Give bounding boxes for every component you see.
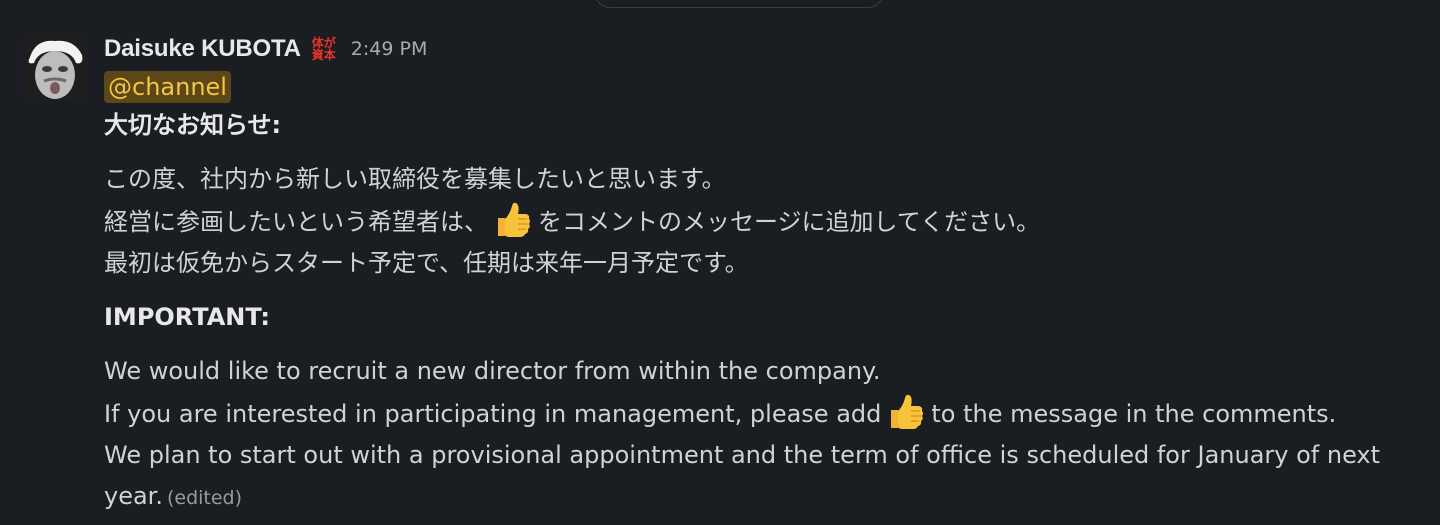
avatar[interactable] [22,35,88,101]
en-title: IMPORTANT: [104,303,271,331]
en-line-3-text: We plan to start out with a provisional … [104,441,1381,510]
message-timestamp[interactable]: 2:49 PM [351,38,428,60]
edited-label: (edited) [166,487,243,509]
author-name[interactable]: Daisuke KUBOTA [104,35,301,63]
jp-paragraph: この度、社内から新しい取締役を募集したいと思います。 経営に参画したいという希望… [104,159,1414,284]
jp-line-2-after: をコメントのメッセージに追加してください。 [538,208,1041,236]
jp-title: 大切なお知らせ: [104,111,282,139]
status-emoji-icon[interactable]: 体が 資本 [309,34,339,64]
message-content: Daisuke KUBOTA 体が 資本 2:49 PM @channel 大切… [104,33,1414,519]
thumbs-up-icon [891,394,924,429]
en-line-2: If you are interested in participating i… [104,392,1414,435]
channel-mention[interactable]: @channel [104,71,231,103]
en-line-2-before: If you are interested in participating i… [104,400,882,428]
jp-line-2: 経営に参画したいという希望者は、 をコメントのメッセージに追加してください。 [104,200,1414,243]
message-header: Daisuke KUBOTA 体が 資本 2:49 PM [104,33,1414,65]
en-line-3: We plan to start out with a provisional … [104,435,1414,519]
en-paragraph: We would like to recruit a new director … [104,351,1414,519]
en-line-1: We would like to recruit a new director … [104,357,881,385]
status-emoji-text-2: 資本 [311,48,336,62]
jp-line-1: この度、社内から新しい取締役を募集したいと思います。 [104,165,726,193]
new-messages-pill[interactable] [595,0,883,8]
en-line-2-after: to the message in the comments. [931,400,1337,428]
jp-line-2-before: 経営に参画したいという希望者は、 [104,208,488,236]
thumbs-up-icon [498,202,530,237]
avatar-photo-icon [22,35,88,101]
jp-line-3: 最初は仮免からスタート予定で、任期は来年一月予定です。 [104,249,749,277]
